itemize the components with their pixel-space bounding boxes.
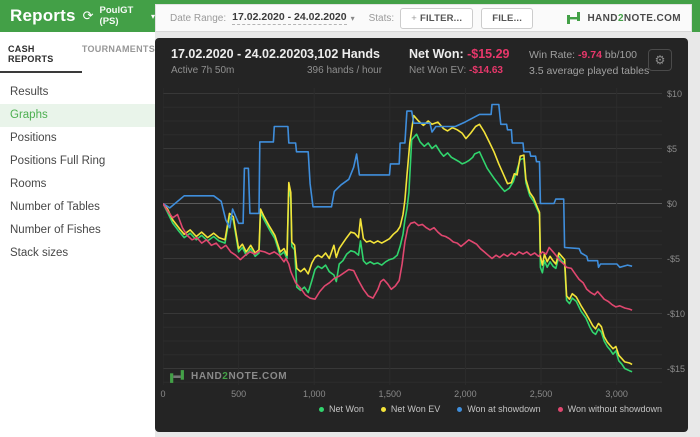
summary-hands: 3,102 Hands 396 hands / hour [307,47,409,88]
x-tick-label: 1,000 [302,389,326,399]
sidebar-item-results[interactable]: Results [0,81,155,104]
summary-hands-count: 3,102 Hands [307,47,380,61]
summary-active-time: Active 7h 50m [171,65,235,76]
date-range-label: Date Range: [170,12,227,24]
net-won-ev-label: Net Won EV: [409,65,467,76]
summary-net-won: Net Won: -$15.29 Net Won EV: -$14.63 [409,47,529,88]
tab-tournaments[interactable]: TOURNAMENTS [82,38,155,71]
main-area: 17.02.2020 - 24.02.2020 Active 7h 50m 3,… [155,32,700,437]
sidebar-nav: Results Graphs Positions Positions Full … [0,81,155,265]
x-tick-label: 2,500 [529,389,553,399]
summary-hands-per-hour: 396 hands / hour [307,65,383,76]
y-tick-label: -$15 [667,363,686,374]
hand2note-logo-icon [567,12,581,24]
sidebar-item-positions-full-ring[interactable]: Positions Full Ring [0,150,155,173]
sidebar-item-number-of-tables[interactable]: Number of Tables [0,196,155,219]
file-button[interactable]: FILE... [481,7,534,29]
net-won-value: -$15.29 [467,47,510,61]
chart-area: $10 $5 $0 -$5 -$10 -$15 0 500 1,000 1,500 2,000 2,… [155,88,688,432]
top-bar: Reports ⟳ PoulGT (PS) ▾ Date Range: 17.0… [0,0,700,32]
y-tick-label: -$10 [667,308,686,319]
y-tick-label: $0 [667,198,678,209]
sidebar-tabs: CASH REPORTS TOURNAMENTS [0,38,155,71]
app-root: Reports ⟳ PoulGT (PS) ▾ Date Range: 17.0… [0,0,700,437]
legend-item-net-won[interactable]: Net Won [319,404,364,414]
summary-win-rate: Win Rate: -9.74 bb/100 3.5 average playe… [529,47,649,88]
report-panel: 17.02.2020 - 24.02.2020 Active 7h 50m 3,… [155,38,688,432]
sidebar-item-stack-sizes[interactable]: Stack sizes [0,242,155,265]
filter-button[interactable]: + FILTER... [400,7,474,29]
legend-label: Net Won EV [390,404,441,414]
legend-dot-icon [380,406,386,412]
brand-text: HAND2NOTE.COM [587,12,681,24]
gear-icon[interactable]: ⚙ [648,49,672,71]
legend-dot-icon [457,406,463,412]
net-won-label: Net Won: [409,47,464,61]
chart-legend: Net Won Net Won EV Won at showdown Won with… [155,404,662,414]
x-tick-label: 2,000 [454,389,477,399]
legend-label: Net Won [329,404,364,414]
sidebar: CASH REPORTS TOURNAMENTS Results Graphs … [0,32,155,437]
hand2note-logo-icon [170,370,184,383]
graph-canvas [163,88,662,385]
active-tab-indicator [0,71,82,73]
y-tick-label: $5 [667,143,678,154]
legend-item-won-at-showdown[interactable]: Won at showdown [457,404,541,414]
x-tick-label: 3,000 [605,389,628,399]
y-tick-label: $10 [667,88,683,99]
reports-header: Reports ⟳ PoulGT (PS) ▾ [0,0,155,32]
series-won-at-showdown [163,103,633,269]
net-won-ev-value: -$14.63 [469,65,503,76]
legend-label: Won without showdown [567,404,662,414]
legend-label: Won at showdown [467,404,541,414]
win-rate-value: -9.74 [578,49,602,61]
report-summary: 17.02.2020 - 24.02.2020 Active 7h 50m 3,… [155,38,688,88]
win-rate-label: Win Rate: [529,49,576,61]
y-tick-label: -$5 [667,253,681,264]
legend-item-net-won-ev[interactable]: Net Won EV [380,404,441,414]
summary-date-range-value: 17.02.2020 - 24.02.2020 [171,47,308,61]
x-tick-label: 500 [231,389,247,399]
page-title: Reports [10,6,76,25]
summary-date-range: 17.02.2020 - 24.02.2020 Active 7h 50m [171,47,307,88]
chevron-down-icon[interactable]: ▾ [351,14,355,23]
content: CASH REPORTS TOURNAMENTS Results Graphs … [0,32,700,437]
x-tick-label: 1,500 [378,389,402,399]
plus-icon: + [411,12,417,24]
sidebar-item-number-of-fishes[interactable]: Number of Fishes [0,219,155,242]
watermark: HAND2NOTE.COM [169,369,287,384]
tab-cash-reports[interactable]: CASH REPORTS [8,38,74,71]
toolbar: Date Range: 17.02.2020 - 24.02.2020 ▾ St… [155,4,692,32]
account-selector[interactable]: PoulGT (PS) [100,5,148,27]
legend-dot-icon [319,406,324,412]
avg-tables: 3.5 average played tables [529,65,650,77]
refresh-icon[interactable]: ⟳ [83,8,94,24]
sidebar-item-positions[interactable]: Positions [0,127,155,150]
sidebar-item-rooms[interactable]: Rooms [0,173,155,196]
watermark-text: HAND2NOTE.COM [191,371,288,382]
x-tick-label: 0 [160,389,166,399]
win-rate-unit: bb/100 [604,49,638,61]
date-range-value[interactable]: 17.02.2020 - 24.02.2020 [232,11,347,25]
sidebar-item-graphs[interactable]: Graphs [0,104,155,127]
brand-logo: HAND2NOTE.COM [566,11,681,25]
stats-label: Stats: [368,12,395,24]
legend-dot-icon [557,406,563,412]
legend-item-won-without-showdown[interactable]: Won without showdown [557,404,662,414]
